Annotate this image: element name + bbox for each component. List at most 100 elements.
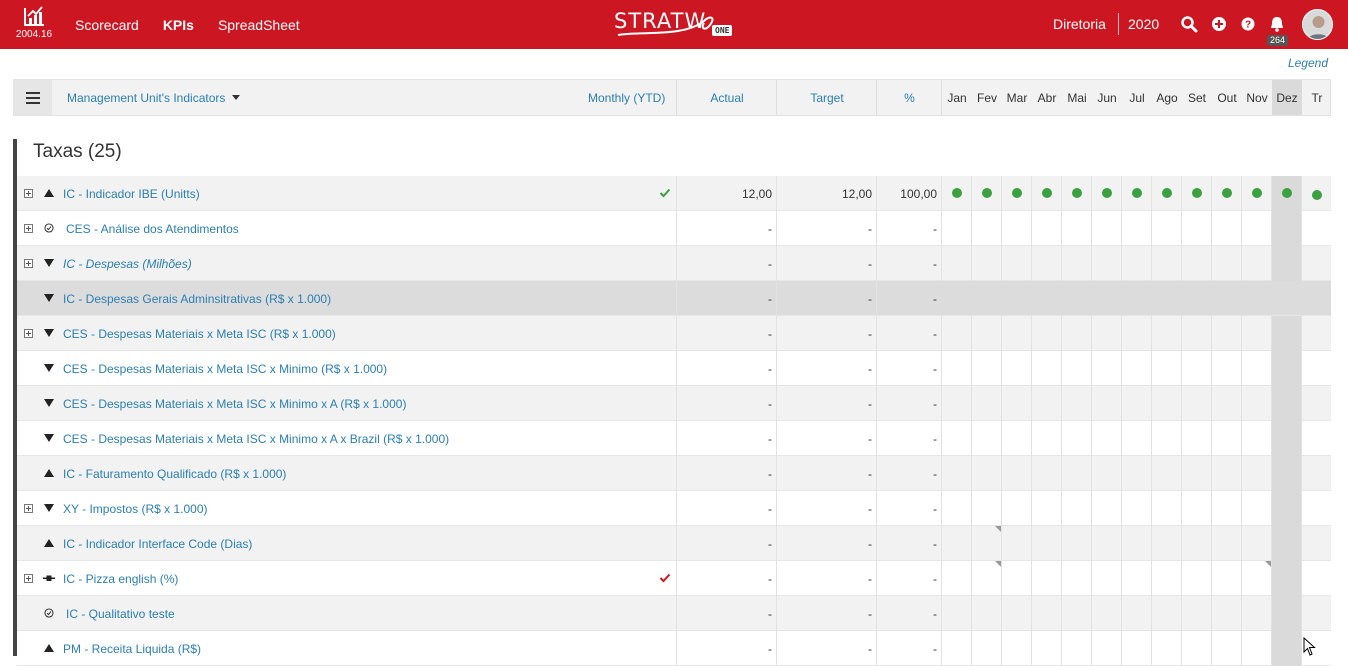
month-status-cell[interactable] (941, 316, 971, 351)
kpi-row[interactable]: CES - Despesas Materiais x Meta ISC x Mi… (17, 386, 1331, 421)
month-status-cell[interactable] (1091, 491, 1121, 526)
month-status-cell[interactable] (1091, 351, 1121, 386)
month-status-cell[interactable] (1301, 561, 1331, 596)
year-selector[interactable]: 2020 (1128, 16, 1159, 32)
month-status-cell[interactable] (971, 456, 1001, 491)
month-status-cell[interactable] (1301, 421, 1331, 456)
month-status-cell[interactable] (1211, 421, 1241, 456)
target-column-header[interactable]: Target (777, 80, 877, 115)
month-status-cell[interactable] (1121, 176, 1151, 211)
kpi-row[interactable]: IC - Indicador Interface Code (Dias) - - - (17, 526, 1331, 561)
kpi-name-link[interactable]: IC - Faturamento Qualificado (R$ x 1.000… (63, 456, 286, 491)
month-status-cell[interactable] (1181, 386, 1211, 421)
month-status-cell[interactable] (1241, 421, 1271, 456)
month-status-cell[interactable] (1031, 631, 1061, 666)
month-status-cell[interactable] (941, 631, 971, 666)
month-status-cell[interactable] (1241, 561, 1271, 596)
kpi-name-link[interactable]: IC - Pizza english (%) (63, 561, 178, 596)
month-status-cell[interactable] (1121, 211, 1151, 246)
period-column-header[interactable]: Monthly (YTD) (588, 80, 665, 115)
month-status-cell[interactable] (1031, 561, 1061, 596)
month-status-cell[interactable] (1151, 526, 1181, 561)
kpi-name-link[interactable]: PM - Receita Liquida (R$) (63, 631, 201, 666)
month-status-cell[interactable] (1121, 596, 1151, 631)
kpi-name-link[interactable]: IC - Despesas Gerais Adminsitrativas (R$… (63, 281, 331, 316)
month-status-cell[interactable] (1211, 561, 1241, 596)
month-status-cell[interactable] (1271, 316, 1301, 351)
month-status-cell[interactable] (1061, 211, 1091, 246)
user-avatar[interactable] (1302, 9, 1333, 40)
percent-column-header[interactable]: % (877, 80, 942, 115)
month-header-jan[interactable]: Jan (942, 80, 972, 115)
bell-icon[interactable] (1268, 15, 1286, 33)
kpi-row[interactable]: IC - Indicador IBE (Unitts) 12,00 12,00 100… (17, 176, 1331, 211)
month-status-cell[interactable] (941, 491, 971, 526)
month-status-cell[interactable] (1211, 526, 1241, 561)
month-status-cell[interactable] (1181, 526, 1211, 561)
month-header-fev[interactable]: Fev (972, 80, 1002, 115)
month-header-jun[interactable]: Jun (1092, 80, 1122, 115)
month-status-cell[interactable] (941, 351, 971, 386)
month-status-cell[interactable] (1001, 561, 1031, 596)
month-header-mai[interactable]: Mai (1062, 80, 1092, 115)
month-status-cell[interactable] (971, 526, 1001, 561)
month-status-cell[interactable] (1301, 386, 1331, 421)
month-status-cell[interactable] (1121, 316, 1151, 351)
month-status-cell[interactable] (1031, 246, 1061, 281)
month-status-cell[interactable] (1181, 456, 1211, 491)
month-status-cell[interactable] (1181, 351, 1211, 386)
kpi-name-link[interactable]: XY - Impostos (R$ x 1.000) (63, 491, 208, 526)
month-status-cell[interactable] (941, 596, 971, 631)
month-status-cell[interactable] (1211, 456, 1241, 491)
month-status-cell[interactable] (1091, 176, 1121, 211)
month-status-cell[interactable] (1121, 246, 1151, 281)
kpi-row[interactable]: CES - Despesas Materiais x Meta ISC x Mi… (17, 421, 1331, 456)
month-status-cell[interactable] (971, 316, 1001, 351)
month-status-cell[interactable] (1301, 491, 1331, 526)
month-status-cell[interactable] (1151, 176, 1181, 211)
month-status-cell[interactable] (1121, 386, 1151, 421)
month-status-cell[interactable] (1151, 211, 1181, 246)
month-status-cell[interactable] (971, 421, 1001, 456)
month-status-cell[interactable] (941, 176, 971, 211)
month-status-cell[interactable] (1091, 631, 1121, 666)
kpi-name-link[interactable]: CES - Análise dos Atendimentos (66, 211, 239, 246)
expand-plus-icon[interactable] (24, 259, 33, 268)
month-status-cell[interactable] (1151, 596, 1181, 631)
month-status-cell[interactable] (1121, 351, 1151, 386)
month-status-cell[interactable] (1271, 176, 1301, 211)
month-status-cell[interactable] (1271, 561, 1301, 596)
month-status-cell[interactable] (941, 456, 971, 491)
month-status-cell[interactable] (1301, 176, 1331, 211)
kpi-row[interactable]: IC - Despesas (Milhões) - - - (17, 246, 1331, 281)
month-status-cell[interactable] (1091, 456, 1121, 491)
expand-plus-icon[interactable] (24, 504, 33, 513)
month-status-cell[interactable] (971, 246, 1001, 281)
month-status-cell[interactable] (1211, 316, 1241, 351)
month-status-cell[interactable] (1271, 421, 1301, 456)
month-status-cell[interactable] (1181, 631, 1211, 666)
kpi-name-link[interactable]: CES - Despesas Materiais x Meta ISC x Mi… (63, 386, 406, 421)
month-status-cell[interactable] (971, 491, 1001, 526)
menu-button[interactable] (14, 80, 52, 115)
month-status-cell[interactable] (1121, 526, 1151, 561)
month-status-cell[interactable] (1301, 211, 1331, 246)
nav-tab-scorecard[interactable]: Scorecard (75, 17, 139, 33)
month-status-cell[interactable] (1061, 526, 1091, 561)
month-header-out[interactable]: Out (1212, 80, 1242, 115)
month-status-cell[interactable] (1091, 316, 1121, 351)
add-circle-icon[interactable] (1210, 15, 1228, 33)
month-status-cell[interactable] (1001, 596, 1031, 631)
month-status-cell[interactable] (1151, 421, 1181, 456)
month-status-cell[interactable] (1241, 386, 1271, 421)
month-status-cell[interactable] (1181, 596, 1211, 631)
month-status-cell[interactable] (1091, 211, 1121, 246)
month-status-cell[interactable] (1031, 176, 1061, 211)
month-status-cell[interactable] (1241, 631, 1271, 666)
month-status-cell[interactable] (1271, 596, 1301, 631)
month-status-cell[interactable] (1211, 386, 1241, 421)
kpi-row[interactable]: IC - Despesas Gerais Adminsitrativas (R$… (17, 281, 1331, 316)
app-logo[interactable]: 2004.16 (14, 5, 54, 45)
month-status-cell[interactable] (1241, 596, 1271, 631)
month-status-cell[interactable] (1241, 526, 1271, 561)
